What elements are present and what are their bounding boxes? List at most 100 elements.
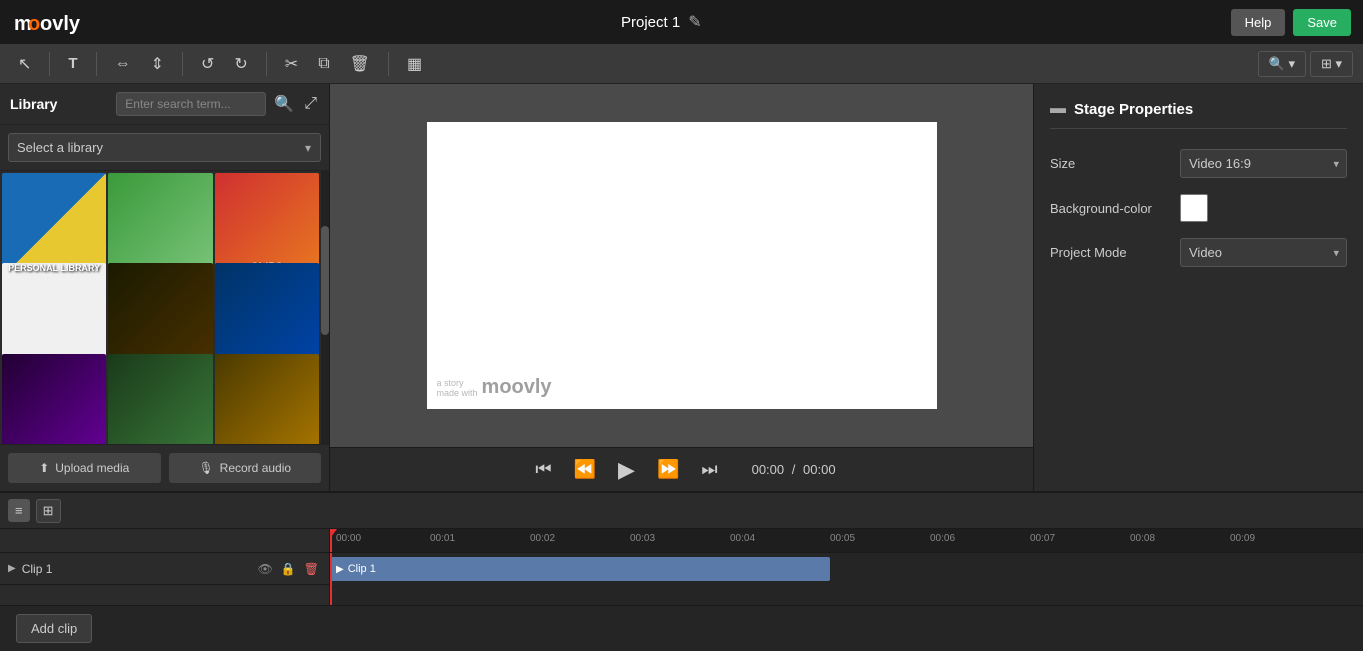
toolbar-right: 🔍 ▾ ⊞ ▾ bbox=[1258, 51, 1353, 77]
rewind-button[interactable]: ⏪ bbox=[566, 455, 604, 484]
project-mode-select[interactable]: Video Presentation GIF bbox=[1180, 238, 1347, 267]
ruler-mark-6: 00:06 bbox=[930, 533, 955, 544]
align-h-button[interactable]: ⇔ bbox=[107, 51, 139, 77]
timeline-main: ▶ Clip 1 👁 🔒 🗑 00:00 00:01 00:02 00:03 bbox=[0, 529, 1363, 605]
library-item-clips[interactable]: CLIPS bbox=[215, 173, 319, 277]
bg-color-swatch[interactable] bbox=[1180, 194, 1208, 222]
track-lock-button[interactable]: 🔒 bbox=[279, 560, 298, 578]
copy-button[interactable]: ⧉ bbox=[310, 51, 337, 77]
add-clip-row: Add clip bbox=[0, 605, 1363, 651]
project-title-area: Project 1 ✎ bbox=[621, 12, 702, 32]
ruler-mark-2: 00:02 bbox=[530, 533, 555, 544]
ruler-mark-7: 00:07 bbox=[1030, 533, 1055, 544]
library-item-clean[interactable]: CLEAN GRAPHICS bbox=[108, 173, 212, 277]
track-icons: 👁 🔒 🗑 bbox=[256, 560, 321, 578]
library-select-container: Select a library Personal Library Clean … bbox=[8, 133, 321, 162]
fast-forward-button[interactable]: ⏩ bbox=[649, 455, 687, 484]
add-clip-button[interactable]: Add clip bbox=[16, 614, 92, 643]
time-separator: / bbox=[792, 462, 796, 477]
stage-props-title: Stage Properties bbox=[1074, 101, 1193, 118]
record-audio-button[interactable]: 🎙 Record audio bbox=[169, 453, 322, 483]
library-item-doodle[interactable]: DOODLE MARKER bbox=[2, 263, 106, 367]
timeline-area: ≡ ⊞ ▶ Clip 1 👁 🔒 🗑 bbox=[0, 491, 1363, 651]
delete-button[interactable]: 🗑 bbox=[342, 50, 378, 78]
upload-media-button[interactable]: ⬆ Upload media bbox=[8, 453, 161, 483]
library-item-row3c[interactable] bbox=[215, 354, 319, 444]
timeline-ruler: 00:00 00:01 00:02 00:03 00:04 00:05 00:0… bbox=[330, 529, 1363, 553]
library-select[interactable]: Select a library Personal Library Clean … bbox=[8, 133, 321, 162]
track-visibility-button[interactable]: 👁 bbox=[256, 560, 275, 578]
playback-bar: ⏮ ⏪ ▶ ⏩ ⏭ 00:00 / 00:00 bbox=[330, 447, 1033, 491]
size-select[interactable]: Video 16:9 Video 4:3 Square Custom bbox=[1180, 149, 1347, 178]
record-icon: 🎙 bbox=[198, 461, 213, 475]
ruler-mark-0: 00:00 bbox=[336, 533, 361, 544]
track-labels-ruler-placeholder bbox=[0, 529, 329, 553]
skip-to-start-button[interactable]: ⏮ bbox=[527, 455, 559, 484]
moovly-watermark: a storymade with moovly bbox=[437, 376, 552, 399]
redo-button[interactable]: ↻ bbox=[226, 50, 255, 78]
library-item-row3b[interactable] bbox=[108, 354, 212, 444]
timeline-track-content: ▶ Clip 1 bbox=[330, 553, 1363, 605]
svg-text:o: o bbox=[28, 13, 40, 35]
watermark-text-small: a storymade with bbox=[437, 378, 478, 398]
view-toggle-button[interactable]: ⊞ ▾ bbox=[1310, 51, 1353, 77]
select-tool-button[interactable]: ↖ bbox=[10, 50, 39, 78]
size-label: Size bbox=[1050, 156, 1180, 171]
clip-label: Clip 1 bbox=[348, 563, 376, 575]
library-item-personal[interactable]: PERSONAL LIBRARY bbox=[2, 173, 106, 277]
ruler-mark-4: 00:04 bbox=[730, 533, 755, 544]
track-delete-button[interactable]: 🗑 bbox=[302, 560, 321, 578]
ruler-playhead-head bbox=[330, 529, 337, 537]
help-button[interactable]: Help bbox=[1231, 9, 1286, 36]
clip-block-1[interactable]: ▶ Clip 1 bbox=[330, 557, 830, 581]
save-button[interactable]: Save bbox=[1293, 9, 1351, 36]
text-tool-button[interactable]: T bbox=[60, 51, 85, 76]
library-item-row3a[interactable] bbox=[2, 354, 106, 444]
undo-button[interactable]: ↺ bbox=[193, 50, 222, 78]
top-bar: m o ovly Project 1 ✎ Help Save bbox=[0, 0, 1363, 44]
search-button[interactable]: 🔍 bbox=[272, 92, 296, 116]
ruler-inner: 00:00 00:01 00:02 00:03 00:04 00:05 00:0… bbox=[330, 529, 1363, 552]
project-title-text: Project 1 bbox=[621, 14, 680, 31]
logo: m o ovly bbox=[12, 8, 92, 36]
library-scrollbar[interactable] bbox=[321, 171, 329, 444]
project-mode-select-wrapper: Video Presentation GIF ▾ bbox=[1180, 238, 1347, 267]
scrollbar-thumb[interactable] bbox=[321, 226, 329, 335]
library-item-halloween[interactable]: HALLOWEEN bbox=[108, 263, 212, 367]
canvas-wrapper: a storymade with moovly ⏮ ⏪ ▶ ⏩ ⏭ 00:00 … bbox=[330, 84, 1033, 491]
timeline-right: 00:00 00:01 00:02 00:03 00:04 00:05 00:0… bbox=[330, 529, 1363, 605]
clip-icon: ▶ bbox=[336, 564, 344, 575]
search-stage-button[interactable]: 🔍 ▾ bbox=[1258, 51, 1306, 77]
timeline-controls: ≡ ⊞ bbox=[0, 493, 1363, 529]
play-button[interactable]: ▶ bbox=[610, 453, 643, 487]
track-name: Clip 1 bbox=[22, 562, 250, 576]
collapse-panel-button[interactable]: ▬ bbox=[1050, 100, 1066, 118]
stage-props-header: ▬ Stage Properties bbox=[1050, 100, 1347, 129]
timeline-grid-view-button[interactable]: ⊞ bbox=[36, 499, 61, 523]
toolbar-divider-4 bbox=[266, 52, 267, 76]
ruler-playhead bbox=[330, 529, 332, 552]
track-labels-column: ▶ Clip 1 👁 🔒 🗑 bbox=[0, 529, 330, 605]
track-expand-icon[interactable]: ▶ bbox=[8, 563, 16, 574]
library-select-wrapper: Select a library Personal Library Clean … bbox=[0, 125, 329, 171]
size-row: Size Video 16:9 Video 4:3 Square Custom … bbox=[1050, 149, 1347, 178]
timeline-list-view-button[interactable]: ≡ bbox=[8, 499, 30, 522]
project-mode-label: Project Mode bbox=[1050, 245, 1180, 260]
search-input[interactable] bbox=[116, 92, 266, 116]
cut-button[interactable]: ✂ bbox=[277, 50, 306, 78]
align-v-button[interactable]: ⇕ bbox=[143, 50, 172, 78]
top-right-buttons: Help Save bbox=[1231, 9, 1351, 36]
time-current: 00:00 bbox=[752, 462, 785, 477]
bg-color-row: Background-color bbox=[1050, 194, 1347, 222]
expand-button[interactable]: ⤢ bbox=[302, 93, 319, 115]
lib-personal-label: PERSONAL LIBRARY bbox=[8, 263, 100, 273]
group-button[interactable]: ▦ bbox=[399, 50, 430, 78]
ruler-mark-8: 00:08 bbox=[1130, 533, 1155, 544]
project-mode-row: Project Mode Video Presentation GIF ▾ bbox=[1050, 238, 1347, 267]
toolbar-divider-1 bbox=[49, 52, 50, 76]
middle-section: Library 🔍 ⤢ Select a library Personal Li… bbox=[0, 84, 1363, 491]
edit-title-icon[interactable]: ✎ bbox=[688, 12, 701, 32]
skip-to-end-button[interactable]: ⏭ bbox=[693, 455, 725, 484]
library-item-infographics[interactable]: INFOGRAPHICS bbox=[215, 263, 319, 367]
ruler-mark-5: 00:05 bbox=[830, 533, 855, 544]
